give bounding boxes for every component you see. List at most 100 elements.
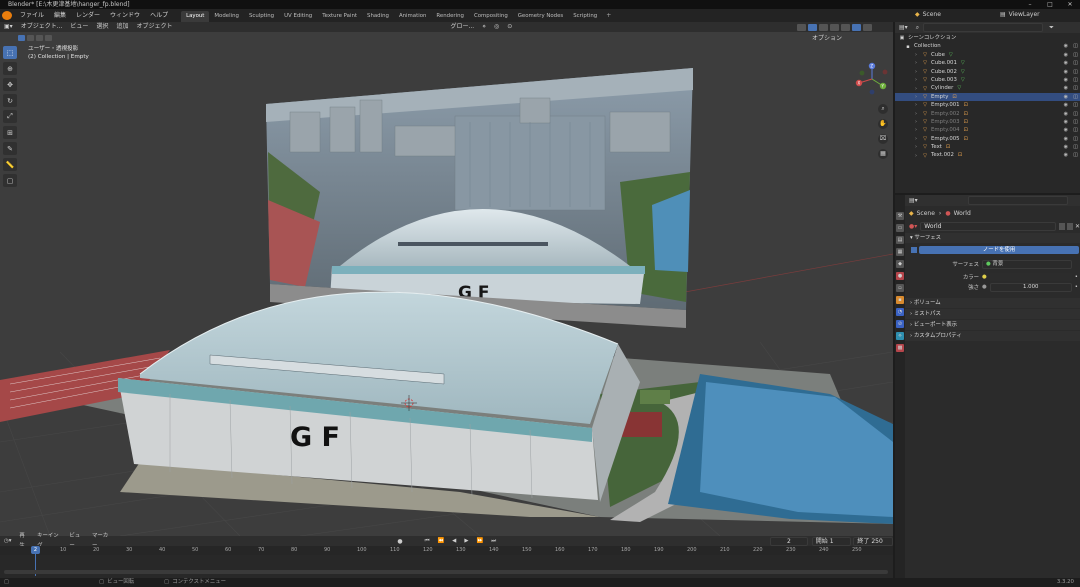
measure-tool-icon[interactable]: 📏 <box>3 158 17 171</box>
render-visibility-icon[interactable]: ◫ <box>1073 110 1078 118</box>
outliner-filter-icon[interactable]: ⌕ <box>916 24 919 32</box>
expand-arrow-icon[interactable]: › <box>913 119 919 125</box>
menu-item-2[interactable]: レンダー <box>71 9 105 22</box>
workspace-tab-modeling[interactable]: Modeling <box>209 11 244 22</box>
outliner-row-cylinder[interactable]: › ▽ Cylinder ▽ ◉ ◫ <box>895 84 1080 92</box>
scene-name[interactable]: Scene <box>923 11 941 18</box>
color-swatch[interactable] <box>989 273 1072 281</box>
scene-collection-row[interactable]: ▣ シーンコレクション <box>895 34 1080 42</box>
render-visibility-icon[interactable]: ◫ <box>1073 151 1078 159</box>
data-tab-icon[interactable]: ⟡ <box>896 332 904 340</box>
scene-tab-icon[interactable]: ◆ <box>896 260 904 268</box>
expand-arrow-icon[interactable]: › <box>913 77 919 83</box>
transform-orientation-dropdown[interactable]: グロー... <box>446 22 478 32</box>
outliner-row-cube-002[interactable]: › ▽ Cube.002 ▽ ◉ ◫ <box>895 68 1080 76</box>
maximize-button[interactable]: □ <box>1040 0 1060 9</box>
annotate-tool-icon[interactable]: ✎ <box>3 142 17 155</box>
outliner-row-empty-002[interactable]: › ▽ Empty.002 ⊡ ◉ ◫ <box>895 110 1080 118</box>
visibility-eye-icon[interactable]: ◉ <box>1064 68 1068 76</box>
snap-icon[interactable]: ⋄ <box>478 22 490 32</box>
workspace-tab-compositing[interactable]: Compositing <box>469 11 513 22</box>
timeline-ruler[interactable]: 10 20 30 40 50 60 70 80 90 100 110 120 130 140 150 160 1… <box>0 546 893 555</box>
cursor-tool-icon[interactable]: ⊕ <box>3 62 17 75</box>
move-tool-icon[interactable]: ✥ <box>3 78 17 91</box>
viewport-menu-0[interactable]: ビュー <box>66 22 92 32</box>
workspace-tab-uv-editing[interactable]: UV Editing <box>279 11 317 22</box>
render-visibility-icon[interactable]: ◫ <box>1073 135 1078 143</box>
pan-hand-icon[interactable]: ✋ <box>878 119 888 129</box>
show-overlays-button[interactable] <box>808 23 818 31</box>
workspace-tab-geometry-nodes[interactable]: Geometry Nodes <box>513 11 568 22</box>
panel-header-0[interactable]: › ボリューム <box>905 298 1080 308</box>
outliner-row-empty[interactable]: › ▽ Empty ⊡ ◉ ◫ <box>895 92 1080 102</box>
world-tab-icon[interactable]: ● <box>896 272 904 280</box>
zoom-icon[interactable]: ⌕ <box>878 104 888 114</box>
select-mode-new-icon[interactable] <box>18 34 25 41</box>
jump-keyframe-forward-icon[interactable]: ⏩ <box>472 536 487 546</box>
constraints-tab-icon[interactable]: ⊘ <box>896 320 904 328</box>
expand-arrow-icon[interactable]: › <box>913 69 919 75</box>
select-box-tool-icon[interactable]: ⬚ <box>3 46 17 59</box>
new-world-icon[interactable] <box>1067 222 1073 230</box>
outliner-row-text-002[interactable]: › ▽ Text.002 ⊡ ◉ ◫ <box>895 151 1080 159</box>
transform-tool-icon[interactable]: ⊞ <box>3 126 17 139</box>
start-frame-field[interactable]: 開始 1 <box>811 536 852 546</box>
unlink-world-icon[interactable]: ✕ <box>1075 223 1080 230</box>
collection-render-icon[interactable]: ◫ <box>1073 42 1078 50</box>
view-layer-name[interactable]: ViewLayer <box>1009 11 1040 18</box>
render-tab-icon[interactable]: ▭ <box>896 224 904 232</box>
output-tab-icon[interactable]: ▤ <box>896 236 904 244</box>
rotate-tool-icon[interactable]: ↻ <box>3 94 17 107</box>
outliner-search-input[interactable] <box>923 23 1044 32</box>
world-datablock-icon[interactable]: ●▾ <box>909 223 917 230</box>
use-nodes-button[interactable]: ノードを使用 <box>919 245 1079 254</box>
menu-item-4[interactable]: ヘルプ <box>145 9 173 22</box>
jump-keyframe-back-icon[interactable]: ⏪ <box>433 536 448 546</box>
workspace-tab-scripting[interactable]: Scripting <box>568 11 602 22</box>
tool-tab-icon[interactable]: ⚒ <box>896 212 904 220</box>
options-dropdown[interactable]: オプション <box>812 33 842 42</box>
color-socket-icon[interactable]: ● <box>982 274 987 280</box>
select-mode-subtract-icon[interactable] <box>36 34 43 41</box>
view-layer-tab-icon[interactable]: ▦ <box>896 248 904 256</box>
scale-tool-icon[interactable]: ⤢ <box>3 110 17 123</box>
collection-tab-icon[interactable]: ▫ <box>896 284 904 292</box>
texture-tab-icon[interactable]: ▩ <box>896 344 904 352</box>
visibility-eye-icon[interactable]: ◉ <box>1064 51 1068 59</box>
expand-arrow-icon[interactable]: › <box>913 127 919 133</box>
workspace-tab-texture-paint[interactable]: Texture Paint <box>317 11 362 22</box>
viewport-scene[interactable]: G F G F <box>0 22 893 536</box>
jump-end-icon[interactable]: ⏭ <box>487 536 500 546</box>
strength-field[interactable]: 1.000 <box>989 282 1072 292</box>
menu-item-1[interactable]: 編集 <box>49 9 71 22</box>
collection-visibility-icon[interactable]: ◉ <box>1064 42 1068 50</box>
render-visibility-icon[interactable]: ◫ <box>1073 84 1078 92</box>
playhead[interactable]: 2 <box>31 546 40 554</box>
timeline-scrollbar[interactable] <box>4 570 888 574</box>
render-visibility-icon[interactable]: ◫ <box>1073 118 1078 126</box>
fake-user-icon[interactable] <box>1059 222 1066 230</box>
visibility-eye-icon[interactable]: ◉ <box>1064 59 1068 67</box>
viewport-menu-1[interactable]: 選択 <box>92 22 112 32</box>
render-visibility-icon[interactable]: ◫ <box>1073 143 1078 151</box>
mode-dropdown[interactable]: オブジェクト... <box>17 22 67 32</box>
play-reverse-icon[interactable]: ◀ <box>448 536 460 546</box>
render-visibility-icon[interactable]: ◫ <box>1073 101 1078 109</box>
expand-arrow-icon[interactable]: › <box>913 86 919 92</box>
outliner-row-cube-001[interactable]: › ▽ Cube.001 ▽ ◉ ◫ <box>895 59 1080 67</box>
expand-arrow-icon[interactable]: › <box>913 153 919 159</box>
visibility-eye-icon[interactable]: ◉ <box>1064 101 1068 109</box>
properties-editor-icon[interactable]: ▤▾ <box>909 197 918 204</box>
outliner-funnel-icon[interactable]: ⏷ <box>1049 24 1054 32</box>
properties-search-input[interactable] <box>967 196 1068 205</box>
outliner-row-empty-004[interactable]: › ▽ Empty.004 ⊡ ◉ ◫ <box>895 126 1080 134</box>
outliner-row-empty-001[interactable]: › ▽ Empty.001 ⊡ ◉ ◫ <box>895 101 1080 109</box>
solid-shading-button[interactable] <box>841 23 851 31</box>
render-visibility-icon[interactable]: ◫ <box>1073 126 1078 134</box>
visibility-eye-icon[interactable]: ◉ <box>1064 93 1068 101</box>
end-frame-field[interactable]: 終了 250 <box>853 536 893 546</box>
strength-options-icon[interactable]: • <box>1075 284 1078 290</box>
object-tab-icon[interactable]: ▪ <box>896 296 904 304</box>
visibility-eye-icon[interactable]: ◉ <box>1064 135 1068 143</box>
panel-header-1[interactable]: › ミストパス <box>905 309 1080 319</box>
